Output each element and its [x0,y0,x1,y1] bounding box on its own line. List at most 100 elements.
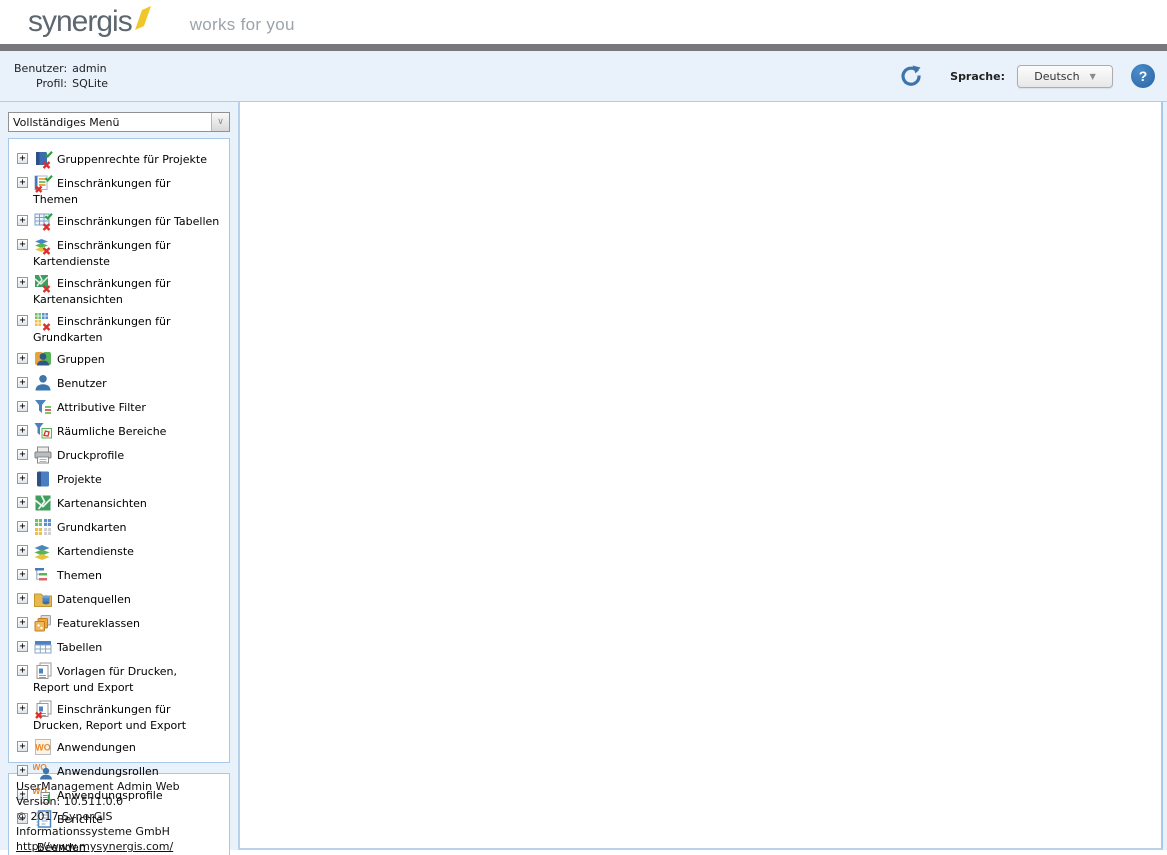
expand-plus-icon[interactable]: + [17,497,28,508]
expand-plus-icon[interactable]: + [17,215,28,226]
menu-item-datenquellen[interactable]: + Datenquellen [9,589,229,613]
menu-item-label: Einschränkungen für Themen [33,177,171,206]
expand-plus-icon[interactable]: + [17,593,28,604]
logo-tagline: works for you [190,15,295,35]
refresh-icon [899,63,923,87]
expand-plus-icon[interactable]: + [17,353,28,364]
menu-item-label: Anwendungen [57,741,136,754]
expand-plus-icon[interactable]: + [17,569,28,580]
menu-tree: +Gruppenrechte für Projekte+Einschränkun… [9,149,229,833]
menu-item-label: Vorlagen für Drucken, Report und Export [33,665,177,694]
menu-mode-select[interactable]: Vollständiges Menü ∨ [8,112,230,132]
grundkarten-icon [33,517,53,537]
menu-item-label: Datenquellen [57,593,131,606]
app-version: Version: 10.511.0.0 [16,794,222,809]
select-chevron-icon: ∨ [211,113,229,131]
menu-item-label: Kartenansichten [57,497,147,510]
menu-item-label: Einschränkungen für Grundkarten [33,315,171,344]
menu-item-einschraenkungen-kartendienste[interactable]: + Einschränkungen für Kartendienste [9,235,229,273]
menu-item-label: Gruppen [57,353,105,366]
synergis-link[interactable]: http://www.mysynergis.com/ [16,840,173,853]
menu-item-label: Einschränkungen für Tabellen [57,215,219,228]
menu-item-einschraenkungen-kartenansichten[interactable]: + Einschränkungen für Kartenansichten [9,273,229,311]
menu-item-gruppen[interactable]: + Gruppen [9,349,229,373]
einschraenkungen-drucken-icon [33,699,53,719]
menu-item-tabellen[interactable]: +Tabellen [9,637,229,661]
logo-leaf-icon [134,5,152,31]
attributive-filter-icon [33,397,53,417]
expand-plus-icon[interactable]: + [17,617,28,628]
expand-plus-icon[interactable]: + [17,641,28,652]
expand-plus-icon[interactable]: + [17,401,28,412]
expand-plus-icon[interactable]: + [17,449,28,460]
menu-item-kartendienste[interactable]: + Kartendienste [9,541,229,565]
expand-plus-icon[interactable]: + [17,153,28,164]
version-info-box: UserManagement Admin Web Version: 10.511… [8,773,230,855]
einschraenkungen-tabellen-icon [33,211,53,231]
expand-plus-icon[interactable]: + [17,741,28,752]
refresh-button[interactable] [898,63,924,89]
menu-item-themen[interactable]: +Themen [9,565,229,589]
expand-plus-icon[interactable]: + [17,521,28,532]
user-info: Benutzer: admin Profil: SQLite [14,62,108,90]
expand-plus-icon[interactable]: + [17,703,28,714]
menu-item-einschraenkungen-tabellen[interactable]: + Einschränkungen für Tabellen [9,211,229,235]
expand-plus-icon[interactable]: + [17,315,28,326]
menu-item-label: Attributive Filter [57,401,146,414]
tabellen-icon [33,637,53,657]
menu-item-attributive-filter[interactable]: + Attributive Filter [9,397,229,421]
menu-item-grundkarten[interactable]: +Grundkarten [9,517,229,541]
menu-item-label: Benutzer [57,377,107,390]
vorlagen-drucken-icon [33,661,53,681]
menu-item-gruppenrechte-projekte[interactable]: +Gruppenrechte für Projekte [9,149,229,173]
menu-item-anwendungen[interactable]: + WO Anwendungen [9,737,229,761]
language-dropdown[interactable]: Deutsch ▼ [1017,65,1113,88]
menu-item-label: Kartendienste [57,545,134,558]
help-button[interactable]: ? [1131,64,1155,88]
menu-item-label: Projekte [57,473,102,486]
menu-item-einschraenkungen-drucken[interactable]: +Einschränkungen für Drucken, Report und… [9,699,229,737]
menu-item-label: Räumliche Bereiche [57,425,166,438]
app-name: UserManagement Admin Web [16,779,222,794]
menu-item-vorlagen-drucken[interactable]: + Vorlagen für Drucken, Report und Export [9,661,229,699]
header-divider-bar [0,44,1167,51]
kartenansichten-icon [33,493,53,513]
expand-plus-icon[interactable]: + [17,377,28,388]
menu-item-druckprofile[interactable]: +Druckprofile [9,445,229,469]
sidebar: Vollständiges Menü ∨ +Gruppenrechte für … [0,102,238,850]
menu-item-label: Einschränkungen für Kartendienste [33,239,171,268]
user-label: Benutzer: [14,62,67,75]
expand-plus-icon[interactable]: + [17,473,28,484]
expand-plus-icon[interactable]: + [17,277,28,288]
expand-plus-icon[interactable]: + [17,665,28,676]
language-label: Sprache: [950,70,1005,83]
expand-plus-icon[interactable]: + [17,425,28,436]
anwendungen-icon: WO [33,737,53,757]
menu-item-label: Einschränkungen für Kartenansichten [33,277,171,306]
einschraenkungen-grundkarten-icon [33,311,53,331]
menu-item-label: Anwendungsrollen [57,765,159,778]
expand-plus-icon[interactable]: + [17,239,28,250]
user-band: Benutzer: admin Profil: SQLite Sprache: … [0,51,1167,102]
menu-item-einschraenkungen-themen[interactable]: + Einschränkungen für Themen [9,173,229,211]
benutzer-icon [33,373,53,393]
menu-item-label: Featureklassen [57,617,140,630]
content-panel [238,102,1163,850]
menu-item-projekte[interactable]: + Projekte [9,469,229,493]
gruppenrechte-projekte-icon [33,149,53,169]
app-copyright: © 2017 SynerGIS Informationssysteme GmbH [16,809,222,839]
menu-item-einschraenkungen-grundkarten[interactable]: + Einschränkungen für Grundkarten [9,311,229,349]
chevron-down-icon: ▼ [1090,72,1096,81]
expand-plus-icon[interactable]: + [17,765,28,776]
expand-plus-icon[interactable]: + [17,177,28,188]
featureklassen-icon [33,613,53,633]
menu-item-kartenansichten[interactable]: + Kartenansichten [9,493,229,517]
svg-text:WO: WO [35,743,51,753]
raeumliche-bereiche-icon [33,421,53,441]
menu-item-raeumliche-bereiche[interactable]: + Räumliche Bereiche [9,421,229,445]
einschraenkungen-kartenansichten-icon [33,273,53,293]
menu-item-featureklassen[interactable]: + Featureklassen [9,613,229,637]
einschraenkungen-themen-icon [33,173,53,193]
expand-plus-icon[interactable]: + [17,545,28,556]
menu-item-benutzer[interactable]: + Benutzer [9,373,229,397]
